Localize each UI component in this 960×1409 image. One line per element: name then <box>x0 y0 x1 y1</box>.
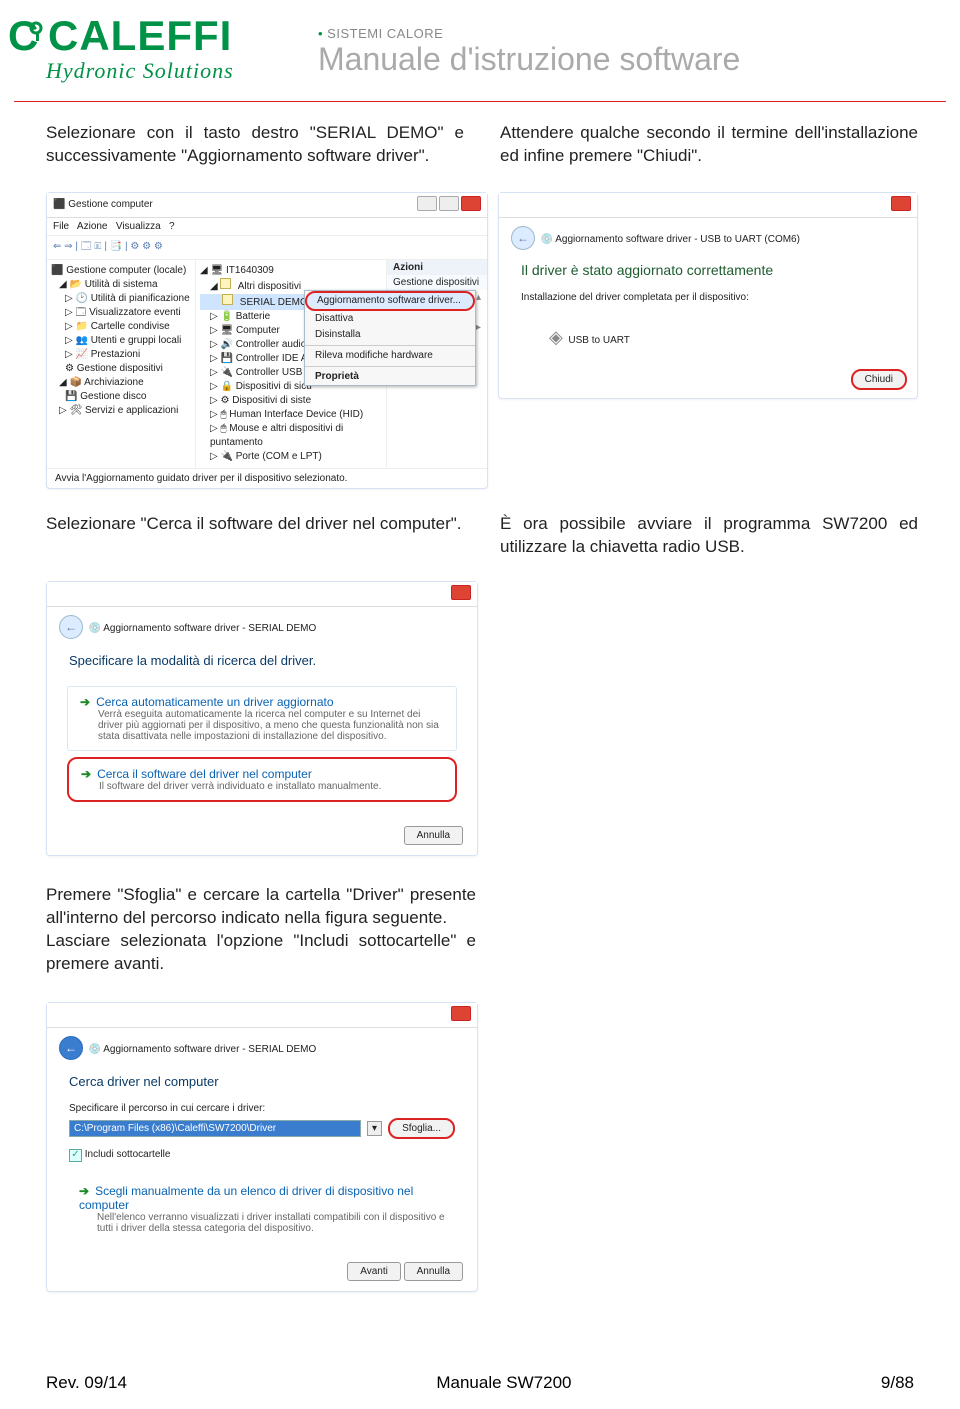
tree-item[interactable]: Dispositivi di sicu <box>236 381 312 392</box>
tree-item[interactable]: Utilità di pianificazione <box>91 293 190 304</box>
opt1-title: Cerca automaticamente un driver aggiorna… <box>96 695 333 709</box>
cancel-button[interactable]: Annulla <box>404 826 463 845</box>
fig-device-manager: ⬛ Gestione computer File Azione Visualiz… <box>46 192 488 489</box>
tree-item[interactable]: Cartelle condivise <box>91 321 170 332</box>
tree-serial-demo[interactable]: SERIAL DEMO <box>240 297 308 308</box>
para-3: Premere "Sfoglia" e cercare la cartella … <box>46 884 476 930</box>
page-footer: Rev. 09/14 Manuale SW7200 9/88 <box>0 1373 960 1393</box>
tree-item[interactable]: Dispositivi di siste <box>232 395 311 406</box>
back-icon[interactable]: ← <box>511 226 535 250</box>
footer-title: Manuale SW7200 <box>436 1373 571 1393</box>
header-title: Manuale d'istruzione software <box>318 41 960 78</box>
fig3-title: Aggiornamento software driver - SERIAL D… <box>103 623 316 634</box>
tree-item[interactable]: Human Interface Device (HID) <box>229 409 363 420</box>
close-icon[interactable] <box>449 1006 471 1024</box>
header-rule <box>14 101 946 102</box>
para-left-2: Selezionare "Cerca il software del drive… <box>46 513 464 559</box>
svg-text:C: C <box>8 12 38 59</box>
opt-auto-search[interactable]: ➔ Cerca automaticamente un driver aggiorn… <box>67 686 457 751</box>
close-icon[interactable] <box>889 196 911 214</box>
opt-pick-from-list[interactable]: ➔Scegli manualmente da un elenco di driv… <box>67 1176 457 1242</box>
ctx-scan[interactable]: Rileva modifiche hardware <box>305 348 475 364</box>
opt-desc: Nell'elenco verranno visualizzati i driv… <box>79 1212 445 1234</box>
opt-manual-search[interactable]: ➔ Cerca il software del driver nel comput… <box>67 757 457 802</box>
tree-item[interactable]: Batterie <box>236 311 270 322</box>
header-tagline: SISTEMI CALORE <box>318 26 960 41</box>
opt-title: Scegli manualmente da un elenco di drive… <box>79 1184 413 1212</box>
next-button[interactable]: Avanti <box>347 1262 401 1281</box>
menu-file[interactable]: File <box>53 221 69 232</box>
footer-page: 9/88 <box>881 1373 914 1393</box>
tree-item[interactable]: Archiviazione <box>84 377 143 388</box>
tree-item[interactable]: Controller audio, <box>236 339 309 350</box>
opt2-title: Cerca il software del driver nel compute… <box>97 767 312 781</box>
menu-help[interactable]: ? <box>169 221 175 232</box>
status-bar: Avvia l'Aggiornamento guidato driver per… <box>47 468 487 488</box>
device-icon: ◈ <box>549 327 563 347</box>
actions-header: Azioni <box>387 260 487 275</box>
tree-item[interactable]: Utilità di sistema <box>85 279 158 290</box>
back-icon[interactable]: ← <box>59 1036 83 1060</box>
dropdown-icon[interactable]: ▾ <box>367 1121 382 1136</box>
ctx-uninstall[interactable]: Disinstalla <box>305 327 475 343</box>
fig4-title: Aggiornamento software driver - SERIAL D… <box>103 1044 316 1055</box>
context-menu: Aggiornamento software driver... Disatti… <box>304 290 476 386</box>
tree-root-left[interactable]: Gestione computer (locale) <box>66 265 186 276</box>
tree-root-devices[interactable]: IT1640309 <box>226 265 274 276</box>
fig4-heading: Cerca driver nel computer <box>47 1068 477 1097</box>
close-icon[interactable] <box>449 585 471 603</box>
page-header: C CALEFFI Hydronic Solutions SISTEMI CAL… <box>0 0 960 99</box>
para-left-1: Selezionare con il tasto destro "SERIAL … <box>46 122 464 168</box>
checkbox-include[interactable]: ✓ <box>69 1149 82 1162</box>
svg-text:Hydronic Solutions: Hydronic Solutions <box>45 58 234 83</box>
fig2-title: Aggiornamento software driver - USB to U… <box>555 234 800 245</box>
tree-item[interactable]: Porte (COM e LPT) <box>236 451 322 462</box>
tree-item[interactable]: Altri dispositivi <box>238 281 301 292</box>
menu-view[interactable]: Visualizza <box>116 221 161 232</box>
fig-update-complete: ← 💿 Aggiornamento software driver - USB … <box>498 192 918 399</box>
tree-item[interactable]: Gestione disco <box>80 391 146 402</box>
tree-item[interactable]: Gestione dispositivi <box>77 363 163 374</box>
checkbox-label: Includi sottocartelle <box>85 1149 171 1160</box>
para-4: Lasciare selezionata l'opzione "Includi … <box>46 930 476 976</box>
para-right-1: Attendere qualche secondo il termine del… <box>500 122 918 168</box>
close-button[interactable]: Chiudi <box>851 369 907 390</box>
footer-rev: Rev. 09/14 <box>46 1373 127 1393</box>
ctx-disable[interactable]: Disattiva <box>305 311 475 327</box>
tree-item[interactable]: Utenti e gruppi locali <box>91 335 182 346</box>
tree-item[interactable]: Mouse e altri dispositivi di puntamento <box>210 423 343 448</box>
browse-button[interactable]: Sfoglia... <box>388 1118 455 1139</box>
fig2-heading: Il driver è stato aggiornato correttamen… <box>499 258 917 282</box>
caleffi-logo: C CALEFFI Hydronic Solutions <box>6 8 306 95</box>
fig3-heading: Specificare la modalità di ricerca del d… <box>47 647 477 680</box>
arrow-icon: ➔ <box>79 1184 89 1198</box>
tree-item[interactable]: Servizi e applicazioni <box>85 405 178 416</box>
para-right-2: È ora possibile avviare il programma SW7… <box>500 513 918 559</box>
tree-item[interactable]: Visualizzatore eventi <box>89 307 181 318</box>
path-input[interactable]: C:\Program Files (x86)\Caleffi\SW7200\Dr… <box>69 1120 361 1137</box>
cancel-button[interactable]: Annulla <box>404 1262 463 1281</box>
tree-item[interactable]: Prestazioni <box>91 349 140 360</box>
fig2-device: USB to UART <box>568 335 630 346</box>
tree-item[interactable]: Controller IDE AT <box>236 353 313 364</box>
svg-text:CALEFFI: CALEFFI <box>48 12 232 59</box>
fig2-sub: Installazione del driver completata per … <box>499 282 917 313</box>
back-icon[interactable]: ← <box>59 615 83 639</box>
fig4-label: Specificare il percorso in cui cercare i… <box>47 1097 477 1116</box>
window-controls <box>415 196 481 214</box>
fig1-title: Gestione computer <box>68 199 153 210</box>
opt1-desc: Verrà eseguita automaticamente la ricerc… <box>80 709 444 742</box>
ctx-update-driver[interactable]: Aggiornamento software driver... <box>305 291 475 311</box>
arrow-icon: ➔ <box>80 695 90 709</box>
ctx-properties[interactable]: Proprietà <box>305 369 475 385</box>
menu-action[interactable]: Azione <box>77 221 108 232</box>
actions-sub[interactable]: Gestione dispositivi <box>387 275 487 290</box>
opt2-desc: Il software del driver verrà individuato… <box>81 781 443 792</box>
tree-item[interactable]: Computer <box>236 325 280 336</box>
fig-browse-driver: ← 💿 Aggiornamento software driver - SERI… <box>46 1002 478 1292</box>
fig-search-mode: ← 💿 Aggiornamento software driver - SERI… <box>46 581 478 856</box>
arrow-icon: ➔ <box>81 767 91 781</box>
